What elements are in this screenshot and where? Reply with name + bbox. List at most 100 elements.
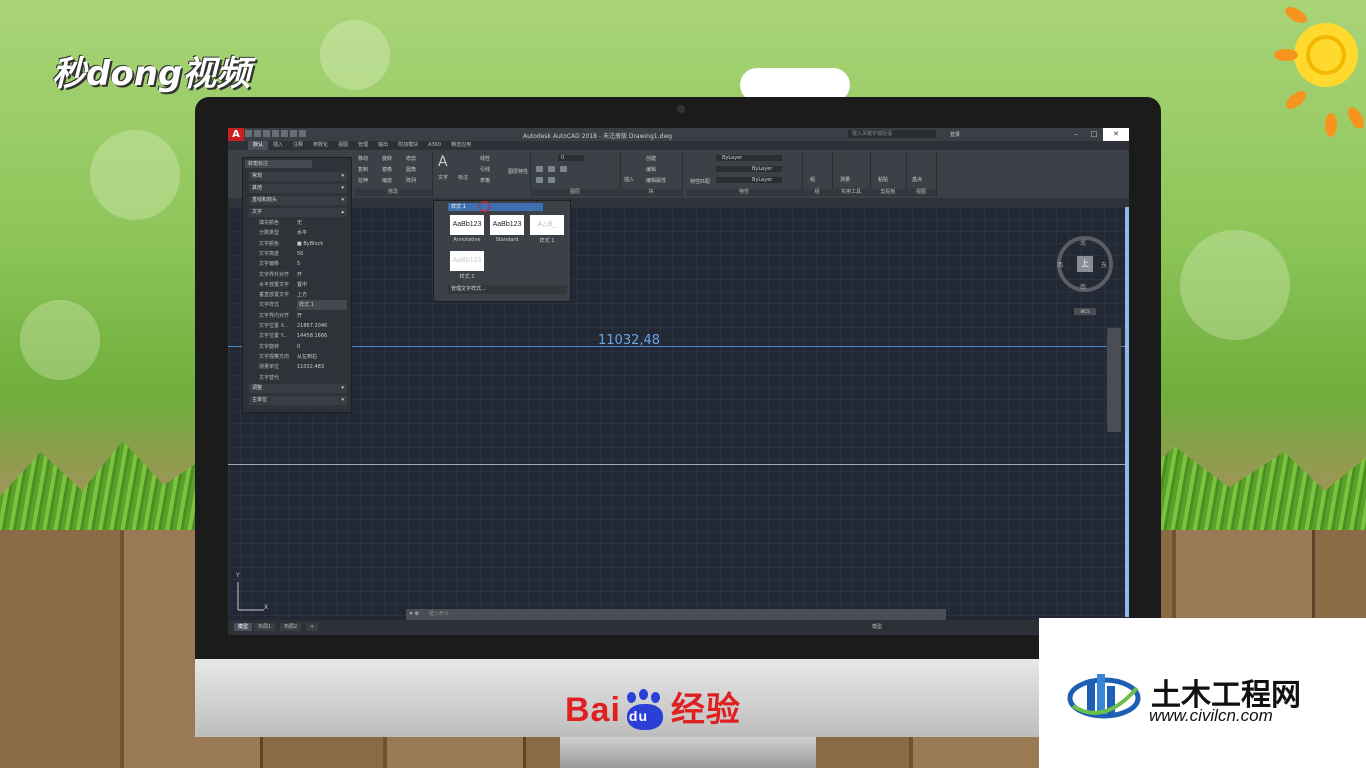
layer-icon[interactable] xyxy=(536,177,543,183)
property-value[interactable]: 0 xyxy=(297,342,300,352)
property-value[interactable]: 11032.483 xyxy=(297,362,324,372)
layer-icon[interactable] xyxy=(536,166,543,172)
prop-section-misc[interactable]: 其他 ▾ xyxy=(249,184,347,193)
modify-group-label[interactable]: 修改 xyxy=(354,189,432,196)
tab-default[interactable]: 默认 xyxy=(248,141,269,150)
property-value[interactable]: 置中 xyxy=(297,280,307,290)
layer-group-label[interactable]: 图层 xyxy=(530,189,620,196)
property-row[interactable]: 填充颜色 无 xyxy=(249,218,347,228)
viewcube-west[interactable]: 西 xyxy=(1057,260,1063,269)
dimension-text[interactable]: 11032,48 xyxy=(598,333,660,348)
style-swatch-annotative[interactable]: AaBb123 xyxy=(450,215,484,235)
plot-icon[interactable] xyxy=(281,130,288,137)
property-row[interactable]: 文字颜色 ■ ByBlock xyxy=(249,239,347,249)
property-value[interactable]: ■ ByBlock xyxy=(297,239,323,249)
utilities-group-label[interactable]: 实用工具 xyxy=(832,189,870,196)
lineweight-dropdown[interactable]: ByLayer xyxy=(716,177,783,183)
copy-tool[interactable]: 复制 xyxy=(358,166,368,173)
undo-icon[interactable] xyxy=(290,130,297,137)
tab-insert[interactable]: 插入 xyxy=(268,141,288,150)
tab-add-layout[interactable]: + xyxy=(306,623,319,631)
linear-tool[interactable]: 线性 xyxy=(480,155,490,162)
property-value[interactable]: 5 xyxy=(297,259,300,269)
prop-section-fit[interactable]: 调整 ▾ xyxy=(249,384,347,393)
measure-tool[interactable]: 测量 xyxy=(840,176,850,183)
base-point-tool[interactable]: 基点 xyxy=(912,176,922,183)
layer-properties-tool[interactable]: 图层特性 xyxy=(508,168,528,175)
move-tool[interactable]: 移动 xyxy=(358,155,368,162)
stretch-tool[interactable]: 拉伸 xyxy=(358,177,368,184)
style-swatch-style1[interactable]: A△B_ xyxy=(530,215,564,235)
tab-manage[interactable]: 管理 xyxy=(353,141,373,150)
redo-icon[interactable] xyxy=(299,130,306,137)
property-row[interactable]: 文字界内对齐开 xyxy=(249,311,347,321)
property-value[interactable]: 从左到右 xyxy=(297,352,317,362)
property-row[interactable]: 测量单位 11032.483 xyxy=(249,362,347,372)
save-icon[interactable] xyxy=(263,130,270,137)
model-space-toggle[interactable]: 模型 xyxy=(868,623,886,631)
prop-section-lines-arrows[interactable]: 直线和箭头 ▾ xyxy=(249,196,347,205)
tab-layout2[interactable]: 布局2 xyxy=(280,623,302,631)
tab-layout1[interactable]: 布局1 xyxy=(254,623,276,631)
open-icon[interactable] xyxy=(254,130,261,137)
login-button[interactable]: 登录 xyxy=(950,131,960,138)
autocad-app-button[interactable]: A xyxy=(228,128,244,141)
maximize-button[interactable]: □ xyxy=(1085,128,1103,141)
property-row[interactable]: 文字高度 50 xyxy=(249,249,347,259)
paste-tool[interactable]: 粘贴 xyxy=(878,176,888,183)
clipboard-group-label[interactable]: 剪贴板 xyxy=(870,189,906,196)
viewcube-east[interactable]: 东 xyxy=(1101,260,1107,269)
manage-text-styles-link[interactable]: 管理文字样式... xyxy=(448,285,567,294)
property-row[interactable]: 文字界外对齐开 xyxy=(249,270,347,280)
prop-section-text[interactable]: 文字 ▴ xyxy=(249,208,347,217)
prop-section-primary-units[interactable]: 主单位 ▾ xyxy=(249,396,347,405)
edit-block-tool[interactable]: 编辑 xyxy=(646,166,656,173)
property-value[interactable]: 上方 xyxy=(297,290,307,300)
text-style-select[interactable]: 样式 1 xyxy=(448,203,543,211)
trim-tool[interactable]: 修剪 xyxy=(406,155,416,162)
dimension-line[interactable] xyxy=(228,346,1125,347)
search-input[interactable]: 键入关键字或短语 xyxy=(848,130,936,138)
scale-tool[interactable]: 缩放 xyxy=(382,177,392,184)
viewcube-south[interactable]: 南 xyxy=(1080,282,1086,291)
match-properties-tool[interactable]: 特性匹配 xyxy=(690,178,710,185)
linetype-dropdown[interactable]: ByLayer xyxy=(716,166,783,172)
property-value[interactable]: 水平 xyxy=(297,228,307,238)
property-value[interactable]: 50 xyxy=(297,249,303,259)
block-group-label[interactable]: 块 xyxy=(620,189,682,196)
edit-attributes-tool[interactable]: 编辑属性 xyxy=(646,177,666,184)
property-value[interactable]: 开 xyxy=(297,270,302,280)
table-tool[interactable]: 表格 xyxy=(480,177,490,184)
property-row[interactable]: 水平放置文字 置中 xyxy=(249,280,347,290)
tab-a360[interactable]: A360 xyxy=(423,141,446,150)
close-button[interactable]: ✕ xyxy=(1103,128,1129,141)
navigation-bar[interactable] xyxy=(1107,328,1121,432)
viewcube-top-face[interactable]: 上 xyxy=(1077,256,1093,272)
property-row[interactable]: 文字偏移 5 xyxy=(249,259,347,269)
layer-icon[interactable] xyxy=(560,166,567,172)
viewcube-north[interactable]: 北 xyxy=(1080,238,1086,247)
property-value[interactable]: 14458.1666 xyxy=(297,331,327,341)
group-tool[interactable]: 组 xyxy=(810,176,815,183)
property-row[interactable]: 文字位置 X... 21867.2046 xyxy=(249,321,347,331)
wcs-menu[interactable]: WCS xyxy=(1074,308,1096,315)
property-value[interactable]: 开 xyxy=(297,311,302,321)
layer-icon[interactable] xyxy=(548,166,555,172)
fillet-tool[interactable]: 圆角 xyxy=(406,166,416,173)
style-swatch-style2[interactable]: AaBb123 xyxy=(450,251,484,271)
mirror-tool[interactable]: 镜像 xyxy=(382,166,392,173)
property-row[interactable]: 文字观察方向 从左到右 xyxy=(249,352,347,362)
layer-icon[interactable] xyxy=(548,177,555,183)
color-dropdown[interactable]: ByLayer xyxy=(716,155,783,161)
property-value[interactable]: 21867.2046 xyxy=(297,321,327,331)
prop-section-general[interactable]: 常规 ▾ xyxy=(249,172,347,181)
close-command-icon[interactable]: ✕ ⚙ xyxy=(406,609,429,620)
minimize-button[interactable]: – xyxy=(1067,128,1085,141)
tab-annotate[interactable]: 注释 xyxy=(288,141,308,150)
viewcube[interactable]: 北 南 东 西 上 xyxy=(1057,236,1113,292)
property-row[interactable]: 文字替代 xyxy=(249,373,347,383)
command-line[interactable]: ✕ ⚙ 键入命令 xyxy=(406,609,946,620)
tab-addins[interactable]: 附加模块 xyxy=(393,141,423,150)
text-tool[interactable]: 文字 xyxy=(438,174,448,181)
saveas-icon[interactable] xyxy=(272,130,279,137)
